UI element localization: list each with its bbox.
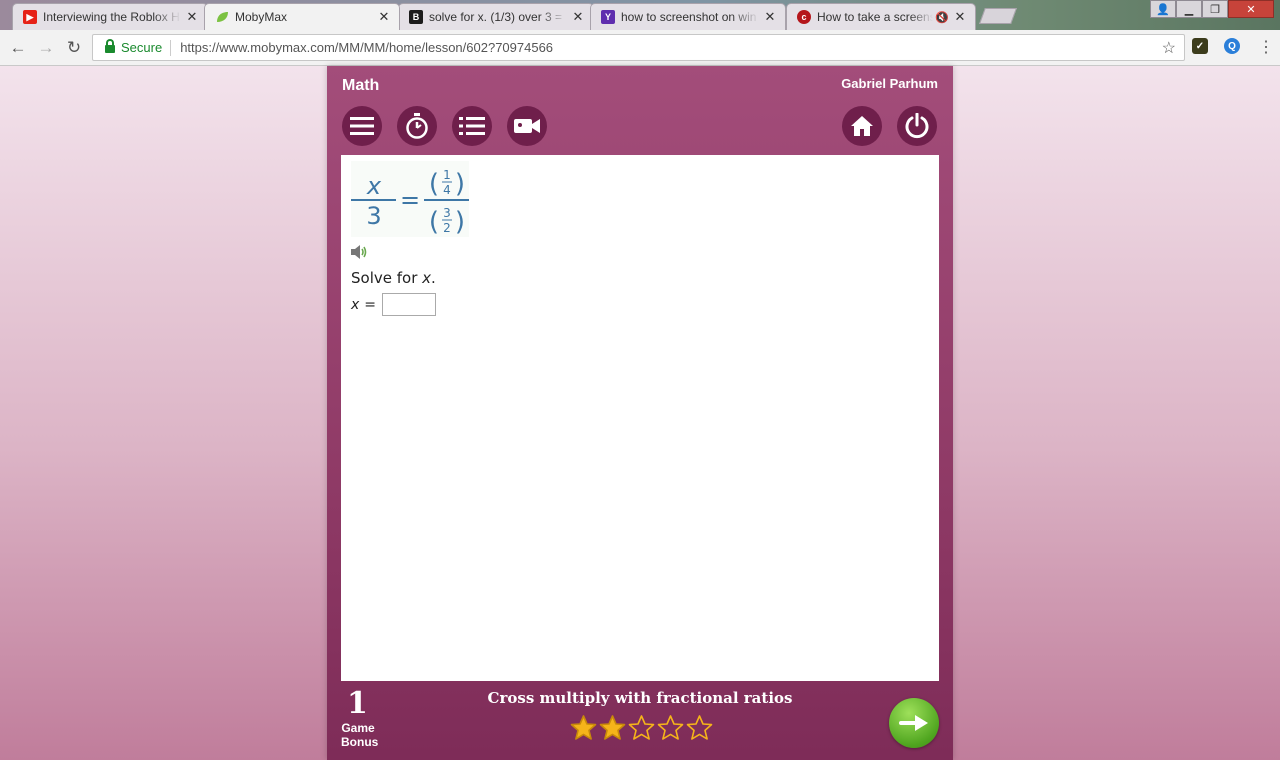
star-empty-icon: [628, 715, 655, 740]
timer-icon: [406, 113, 428, 139]
window-controls: 👤 ▁ ❐ ✕: [1150, 0, 1274, 18]
svg-text:2: 2: [443, 221, 451, 235]
list-button[interactable]: [452, 106, 492, 146]
browser-toolbar: ← → ↻ Secure https://www.mobymax.com/MM/…: [0, 30, 1280, 66]
reload-icon[interactable]: ↻: [64, 38, 84, 58]
tab-mobymax[interactable]: MobyMax ✕: [204, 3, 400, 30]
svg-text:(: (: [429, 169, 439, 199]
prompt-variable: x: [422, 269, 432, 287]
power-button[interactable]: [897, 106, 937, 146]
star-empty-icon: [686, 715, 713, 740]
svg-text:1: 1: [443, 168, 451, 182]
equation-graphic: x 3 = ( 1 4 ) ( 3 2): [351, 168, 469, 237]
tab-cnet[interactable]: c How to take a screens 🔇 ✕: [786, 3, 976, 30]
bookmark-star-icon[interactable]: ☆: [1162, 38, 1176, 58]
arrow-right-icon: [899, 715, 928, 731]
right-denominator: ( 3 2 ): [429, 206, 465, 237]
next-button[interactable]: [889, 698, 939, 748]
equation: x 3 = ( 1 4 ) ( 3 2): [351, 161, 469, 237]
menu-icon: [350, 117, 374, 135]
menu-button[interactable]: [342, 106, 382, 146]
security-label: Secure: [121, 40, 163, 55]
game-bonus-label-line1: Game: [341, 721, 375, 735]
left-denominator: 3: [366, 202, 381, 230]
subject-title: Math: [342, 77, 380, 94]
svg-text:4: 4: [443, 183, 451, 197]
new-tab-button[interactable]: [979, 8, 1017, 24]
close-tab-icon[interactable]: ✕: [953, 9, 967, 25]
cnet-icon: c: [797, 10, 811, 24]
url-text[interactable]: https://www.mobymax.com/MM/MM/home/lesso…: [180, 40, 553, 55]
tab-title: Interviewing the Roblox H: [43, 10, 180, 24]
youtube-icon: ▶: [23, 10, 37, 24]
power-icon: [905, 113, 929, 139]
tab-title: solve for x. (1/3) over 3 =: [429, 10, 563, 24]
divider: [170, 39, 172, 56]
left-numerator: x: [366, 172, 382, 200]
restore-icon[interactable]: ❐: [1202, 0, 1228, 18]
tab-youtube[interactable]: ▶ Interviewing the Roblox H ✕: [12, 3, 208, 30]
prompt-text: Solve for x.: [351, 269, 436, 287]
close-window-icon[interactable]: ✕: [1228, 0, 1274, 18]
game-bonus-label: Game Bonus: [341, 721, 379, 749]
tab-yahoo[interactable]: Y how to screenshot on win ✕: [590, 3, 786, 30]
prompt-lead: Solve for: [351, 269, 418, 287]
lock-icon: [105, 39, 115, 53]
timer-button[interactable]: [397, 106, 437, 146]
tab-title: how to screenshot on win: [621, 10, 757, 24]
home-button[interactable]: [842, 106, 882, 146]
svg-text:): ): [455, 207, 465, 237]
video-icon: [514, 119, 540, 133]
page-background: Math Gabriel Parhum x 3 = (1 4) (3 2 …: [0, 66, 1280, 760]
close-tab-icon[interactable]: ✕: [763, 9, 777, 25]
svg-text:): ): [455, 169, 465, 199]
home-icon: [851, 116, 873, 136]
svg-text:3: 3: [443, 206, 451, 220]
lesson-title: Cross multiply with fractional ratios: [487, 689, 793, 707]
brainly-icon: B: [409, 10, 423, 24]
svg-text:(: (: [429, 207, 439, 237]
muted-speaker-icon[interactable]: 🔇: [935, 11, 949, 24]
browser-tab-strip: ▶ Interviewing the Roblox H ✕ MobyMax ✕ …: [0, 0, 1280, 30]
star-rating: [569, 714, 714, 742]
problem-panel: x 3 = ( 1 4 ) ( 3 2) Solve for x. x =: [341, 155, 939, 681]
extension-search-icon[interactable]: Q: [1224, 38, 1240, 54]
user-name: Gabriel Parhum: [841, 76, 938, 91]
list-icon: [459, 117, 485, 135]
speaker-icon[interactable]: [351, 245, 369, 264]
close-tab-icon[interactable]: ✕: [185, 9, 199, 25]
back-arrow-icon[interactable]: ←: [8, 38, 28, 58]
prompt-period: .: [431, 269, 436, 287]
mobymax-leaf-icon: [215, 10, 229, 24]
close-tab-icon[interactable]: ✕: [377, 9, 391, 25]
mobymax-app: Math Gabriel Parhum x 3 = (1 4) (3 2 …: [327, 66, 953, 760]
star-filled-icon: [599, 715, 626, 740]
answer-row: x =: [351, 293, 437, 316]
answer-equals: =: [364, 296, 377, 313]
equals-sign: =: [400, 186, 420, 214]
right-numerator: ( 1 4 ): [429, 168, 465, 199]
video-button[interactable]: [507, 106, 547, 146]
game-bonus-label-line2: Bonus: [341, 735, 379, 749]
browser-menu-icon[interactable]: ⋮: [1258, 37, 1274, 57]
star-filled-icon: [570, 715, 597, 740]
user-profile-icon[interactable]: 👤: [1150, 0, 1176, 18]
answer-variable: x: [351, 296, 360, 313]
tab-title: How to take a screens: [817, 10, 934, 24]
answer-input[interactable]: [382, 293, 437, 316]
close-tab-icon[interactable]: ✕: [571, 9, 585, 25]
extension-check-icon[interactable]: ✓: [1192, 38, 1208, 54]
tab-title: MobyMax: [235, 10, 288, 24]
minimize-icon[interactable]: ▁: [1176, 0, 1202, 18]
tab-brainly[interactable]: B solve for x. (1/3) over 3 = ✕: [398, 3, 594, 30]
star-empty-icon: [657, 715, 684, 740]
yahoo-icon: Y: [601, 10, 615, 24]
address-bar[interactable]: Secure https://www.mobymax.com/MM/MM/hom…: [92, 34, 1185, 61]
forward-arrow-icon[interactable]: →: [36, 38, 56, 58]
